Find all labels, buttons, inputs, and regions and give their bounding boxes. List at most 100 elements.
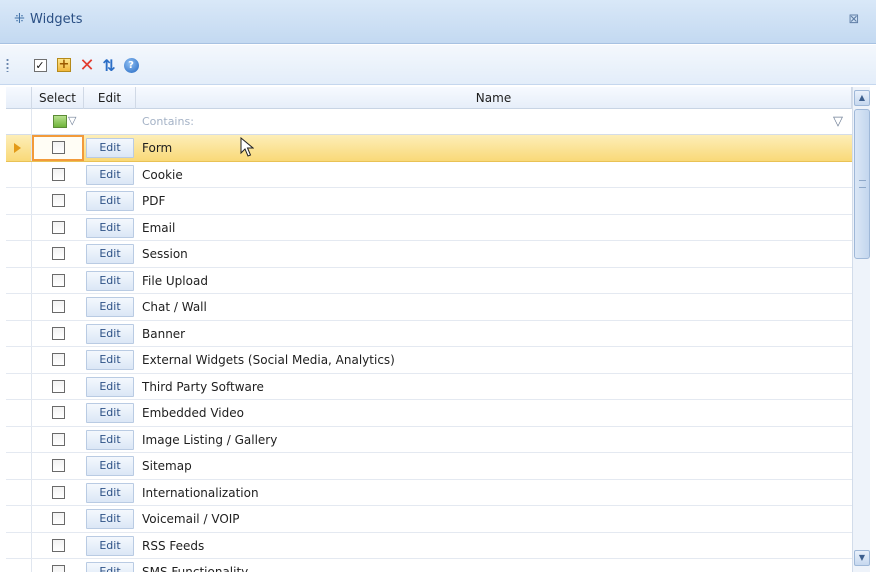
name-filter-input[interactable]: Contains:: [142, 109, 194, 135]
row-select-checkbox[interactable]: [52, 194, 65, 207]
table-row[interactable]: Edit Sitemap: [6, 453, 852, 480]
row-select-checkbox[interactable]: [52, 167, 65, 181]
row-edit-button[interactable]: Edit: [86, 297, 134, 317]
row-indicator[interactable]: [6, 426, 32, 452]
row-edit-button[interactable]: Edit: [86, 244, 134, 264]
column-header-edit[interactable]: Edit: [84, 87, 136, 109]
row-indicator[interactable]: [6, 241, 32, 267]
row-indicator[interactable]: [6, 453, 32, 479]
table-row[interactable]: Edit Session: [6, 241, 852, 268]
table-row[interactable]: Edit Form: [6, 135, 852, 162]
row-edit-button[interactable]: Edit: [86, 429, 134, 450]
row-indicator-header: [6, 87, 32, 109]
refresh-button[interactable]: ⇅: [99, 55, 119, 75]
row-select-checkbox[interactable]: [52, 353, 65, 366]
row-select-checkbox[interactable]: [52, 379, 65, 393]
table-row[interactable]: Edit Voicemail / VOIP: [6, 506, 852, 533]
row-edit-button[interactable]: Edit: [86, 376, 134, 397]
current-row-arrow-icon: [14, 143, 21, 153]
row-indicator[interactable]: [6, 400, 32, 426]
row-edit-button[interactable]: Edit: [86, 323, 134, 344]
table-row[interactable]: Edit Cookie: [6, 161, 852, 188]
row-indicator[interactable]: [6, 373, 32, 399]
row-select-checkbox[interactable]: [52, 273, 65, 287]
row-select-checkbox[interactable]: [52, 485, 65, 499]
row-edit-button[interactable]: Edit: [86, 403, 134, 423]
toolbar-grip[interactable]: [6, 58, 9, 72]
table-row[interactable]: Edit PDF: [6, 188, 852, 215]
toolbar: ✓ + ✕ ⇅ ?: [0, 45, 876, 85]
row-indicator[interactable]: [6, 532, 32, 558]
table-row[interactable]: Edit Third Party Software: [6, 373, 852, 400]
row-select-checkbox[interactable]: [52, 247, 65, 260]
table-row[interactable]: Edit Email: [6, 214, 852, 241]
row-indicator[interactable]: [6, 506, 32, 532]
row-indicator[interactable]: [6, 294, 32, 320]
row-name: Session: [142, 247, 188, 261]
select-cell: [32, 374, 84, 400]
row-select-checkbox[interactable]: [52, 300, 65, 313]
table-row[interactable]: Edit Banner: [6, 320, 852, 347]
row-edit-button[interactable]: Edit: [86, 217, 134, 238]
select-cell: [32, 215, 84, 241]
column-header-select[interactable]: Select: [32, 87, 84, 109]
row-select-checkbox[interactable]: [52, 141, 65, 154]
row-edit-button[interactable]: Edit: [86, 350, 134, 370]
row-select-checkbox[interactable]: [52, 406, 65, 419]
row-select-checkbox[interactable]: [52, 538, 65, 552]
row-indicator[interactable]: [6, 188, 32, 214]
vertical-scrollbar[interactable]: ▲ ▼: [852, 87, 870, 572]
row-edit-button[interactable]: Edit: [86, 138, 134, 158]
close-icon[interactable]: ⊠: [846, 12, 862, 28]
scroll-thumb[interactable]: [854, 109, 870, 259]
row-edit-button[interactable]: Edit: [86, 456, 134, 476]
table-row[interactable]: Edit External Widgets (Social Media, Anal…: [6, 347, 852, 374]
row-edit-button[interactable]: Edit: [86, 164, 134, 185]
delete-button[interactable]: ✕: [77, 54, 97, 76]
help-button[interactable]: ?: [121, 55, 141, 75]
row-edit-button[interactable]: Edit: [86, 535, 134, 556]
select-filter-funnel-icon[interactable]: ▽: [68, 114, 76, 127]
scroll-down-icon[interactable]: ▼: [854, 550, 870, 566]
row-indicator[interactable]: [6, 479, 32, 505]
row-name: Third Party Software: [142, 379, 264, 394]
select-all-button[interactable]: ✓: [30, 55, 50, 75]
delete-icon: ✕: [79, 54, 95, 76]
scroll-up-icon[interactable]: ▲: [854, 90, 870, 106]
row-indicator[interactable]: [6, 347, 32, 373]
row-name: External Widgets (Social Media, Analytic…: [142, 353, 395, 367]
row-select-checkbox[interactable]: [52, 565, 65, 572]
row-edit-button[interactable]: Edit: [86, 509, 134, 529]
row-edit-button[interactable]: Edit: [86, 191, 134, 211]
table-row[interactable]: Edit Internationalization: [6, 479, 852, 506]
row-select-checkbox[interactable]: [52, 220, 65, 234]
row-indicator[interactable]: [6, 559, 32, 572]
row-indicator[interactable]: [6, 320, 32, 346]
row-select-checkbox[interactable]: [52, 512, 65, 525]
row-edit-button[interactable]: Edit: [86, 562, 134, 572]
row-indicator[interactable]: [6, 214, 32, 240]
row-name: Form: [142, 141, 173, 155]
name-filter-funnel-icon[interactable]: ▽: [833, 114, 843, 129]
help-icon: ?: [123, 57, 139, 73]
row-select-checkbox[interactable]: [52, 459, 65, 472]
row-edit-button[interactable]: Edit: [86, 270, 134, 291]
row-indicator[interactable]: [6, 135, 32, 161]
widgets-panel: ⁜ Widgets ⊠ ✓ + ✕ ⇅ ? Select Edit Name ▽…: [0, 0, 876, 572]
table-row[interactable]: Edit RSS Feeds: [6, 532, 852, 559]
row-select-checkbox[interactable]: [52, 326, 65, 340]
row-name: Banner: [142, 326, 186, 341]
table-row[interactable]: Edit SMS Functionality: [6, 559, 852, 572]
table-row[interactable]: Edit Image Listing / Gallery: [6, 426, 852, 453]
table-row[interactable]: Edit Chat / Wall: [6, 294, 852, 321]
column-header-name[interactable]: Name: [136, 87, 852, 109]
row-indicator[interactable]: [6, 267, 32, 293]
row-select-checkbox[interactable]: [52, 432, 65, 446]
table-row[interactable]: Edit Embedded Video: [6, 400, 852, 427]
row-indicator[interactable]: [6, 161, 32, 187]
table-row[interactable]: Edit File Upload: [6, 267, 852, 294]
row-edit-button[interactable]: Edit: [86, 482, 134, 503]
select-filter-icon[interactable]: [53, 115, 67, 128]
add-button[interactable]: +: [54, 55, 74, 75]
grid-header: Select Edit Name: [6, 87, 852, 109]
